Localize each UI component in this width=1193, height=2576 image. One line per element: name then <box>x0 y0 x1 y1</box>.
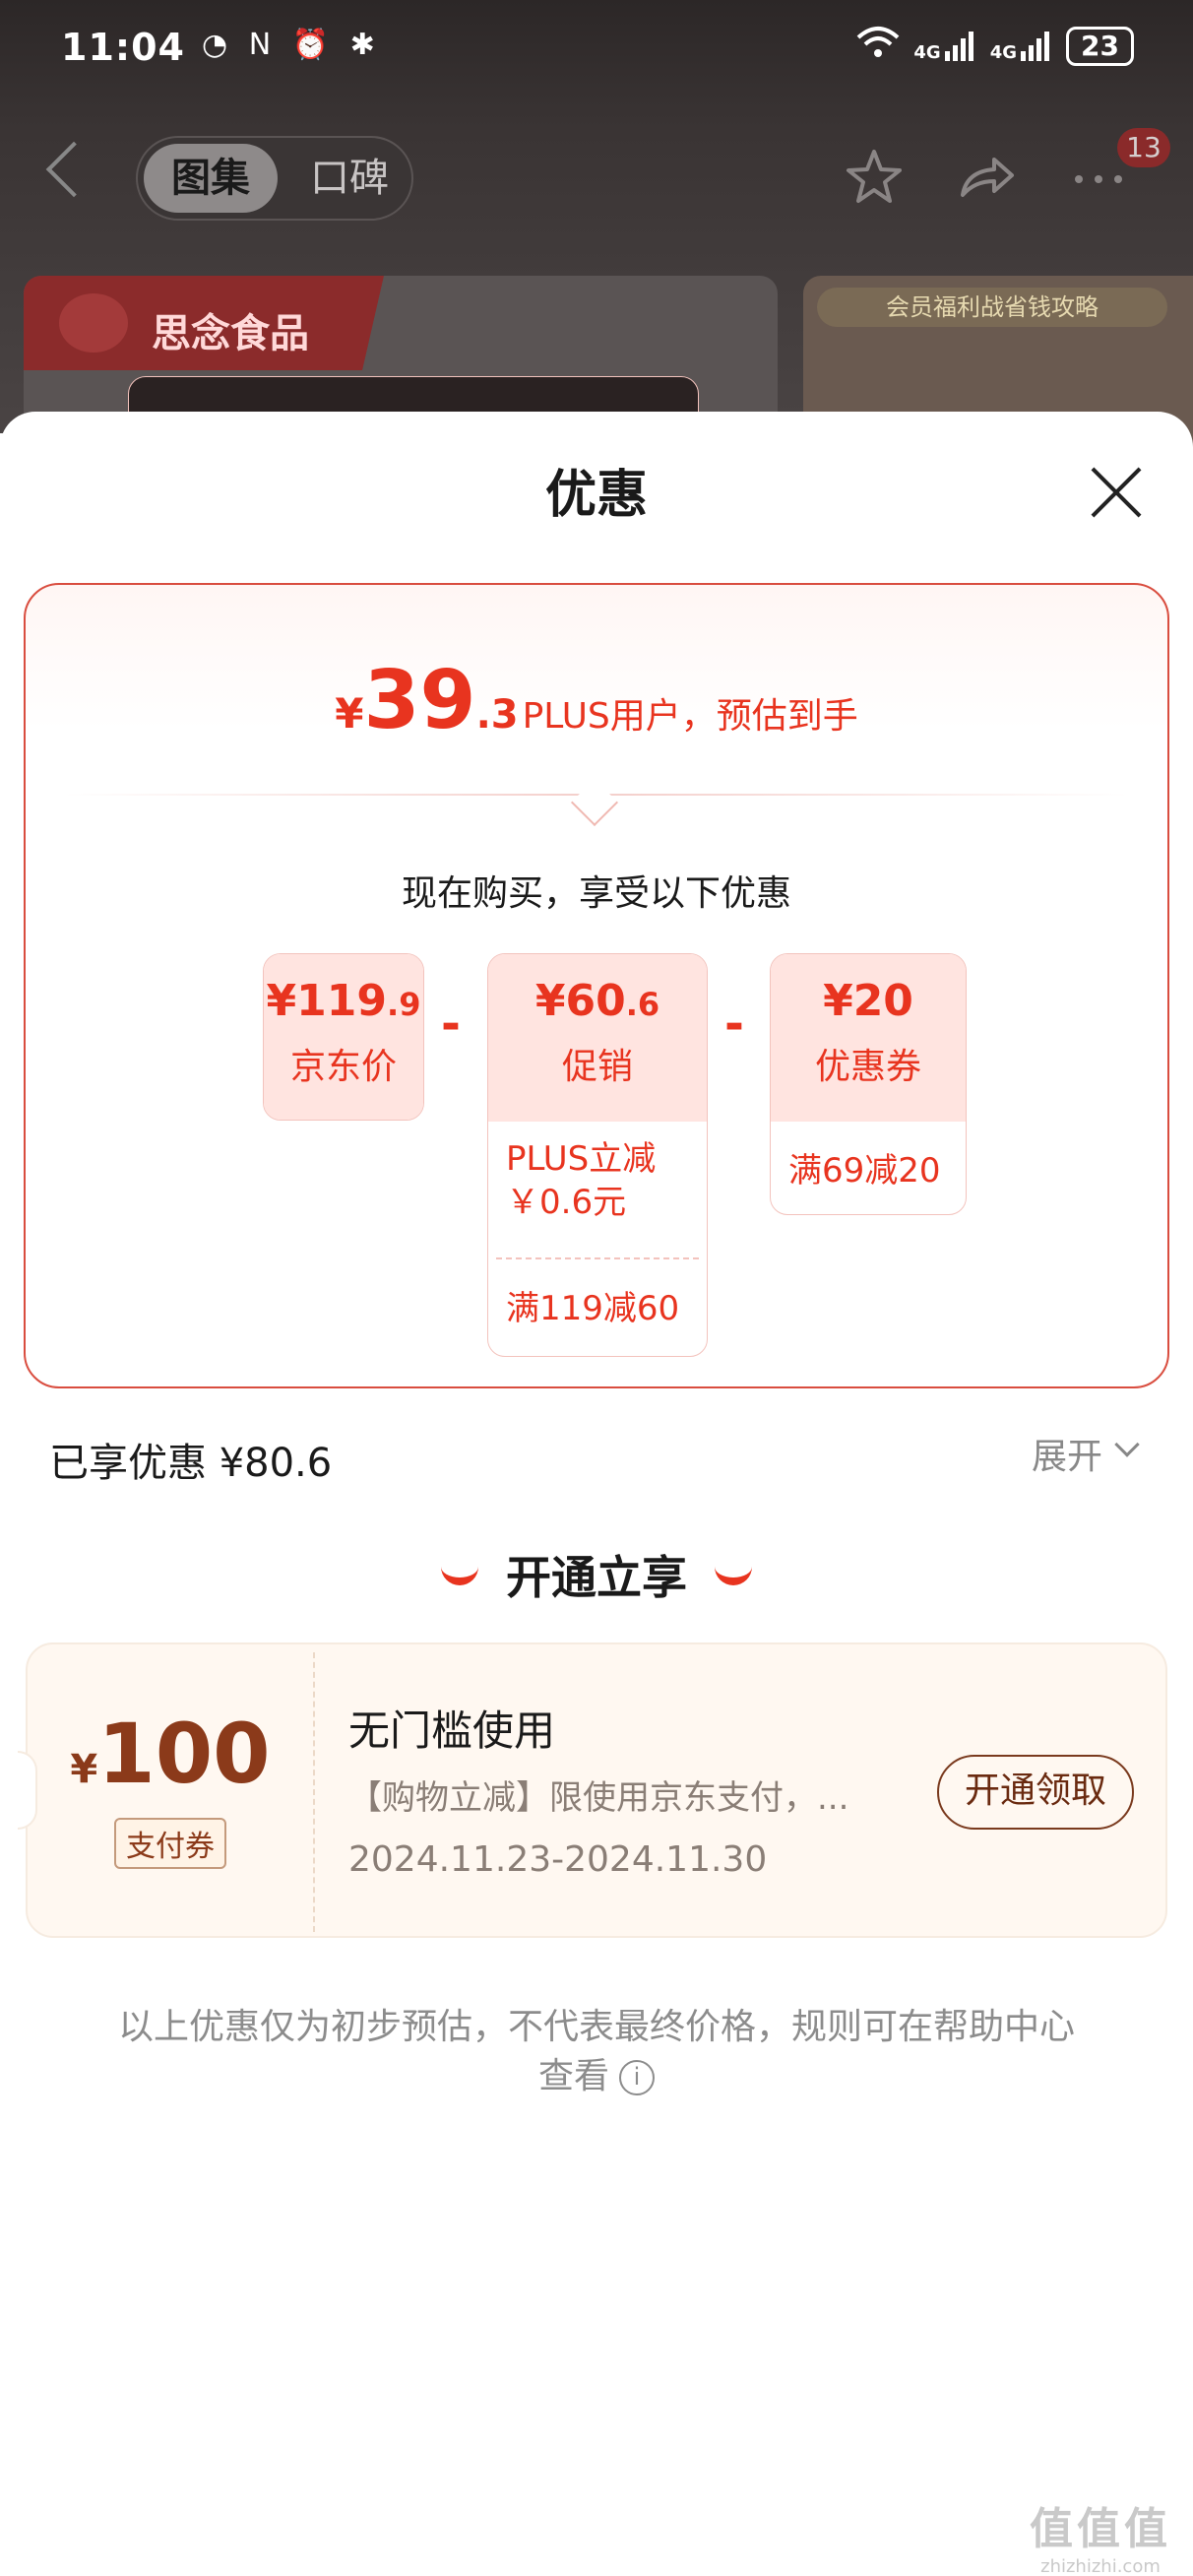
coupon-detail: 满69减20 <box>788 1151 941 1191</box>
estimated-price: ¥39.3 PLUS用户，预估到手 <box>335 654 858 747</box>
disclaimer: 以上优惠仅为初步预估，不代表最终价格，规则可在帮助中心查看 i <box>118 2007 1076 2096</box>
promo-detail-plus: PLUS立减 ￥0.6元 <box>506 1139 657 1222</box>
coupon-box: ¥20 优惠券 满69减20 <box>770 953 967 1215</box>
view-switcher: 图集 口碑 <box>136 136 413 221</box>
promo-banner-title: 会员福利战省钱攻略 <box>817 288 1167 327</box>
jd-price-box: ¥119.9 京东价 <box>263 953 424 1121</box>
coupon-notch <box>18 1751 37 1830</box>
coupon-description: 【购物立减】限使用京东支付，... <box>348 1778 849 1818</box>
coupon-type-tag: 支付券 <box>114 1818 226 1869</box>
status-icons-left: ◔ N ⏰ ✱ <box>202 28 381 62</box>
back-arrow-icon[interactable] <box>45 141 102 198</box>
tab-gallery[interactable]: 图集 <box>144 144 278 213</box>
tab-reviews[interactable]: 口碑 <box>295 144 404 213</box>
promotion-box: ¥60.6 促销 PLUS立减 ￥0.6元 满119减60 <box>487 953 708 1357</box>
payment-coupon-card: ¥100 支付券 无门槛使用 【购物立减】限使用京东支付，... 2024.11… <box>26 1642 1167 1938</box>
star-icon[interactable] <box>843 146 906 221</box>
share-icon[interactable] <box>955 146 1018 221</box>
chevron-down-icon[interactable] <box>1114 1432 1140 1457</box>
divider <box>606 794 1128 796</box>
top-nav: 图集 口碑 13 <box>0 128 1193 226</box>
close-icon[interactable] <box>1083 459 1150 526</box>
coupon-divider <box>313 1652 315 1932</box>
status-icons-right: 4G 4G 23 <box>856 26 1134 67</box>
watermark: 值值值 zhizhizhi.com <box>1030 2504 1171 2576</box>
estimate-card: ¥39.3 PLUS用户，预估到手 现在购买，享受以下优惠 ¥119.9 京东价 … <box>24 583 1169 1388</box>
discount-subtitle: 现在购买，享受以下优惠 <box>401 873 791 914</box>
saved-amount: 已享优惠 ¥80.6 <box>49 1441 333 1486</box>
divider-notch <box>570 778 619 827</box>
discount-sheet: 优惠 ¥39.3 PLUS用户，预估到手 现在购买，享受以下优惠 ¥119.9 京… <box>0 412 1193 2576</box>
coupon-validity: 2024.11.23-2024.11.30 <box>348 1839 768 1880</box>
status-time: 11:04 <box>61 26 185 69</box>
activate-claim-button[interactable]: 开通领取 <box>937 1755 1134 1830</box>
expand-button[interactable]: 展开 <box>1032 1428 1102 1479</box>
minus-sign: - <box>724 997 744 1052</box>
sheet-title: 优惠 <box>544 466 648 525</box>
signal-icon-2: 4G <box>990 30 1052 63</box>
wifi-icon <box>856 26 900 67</box>
section-title: 开通立享 <box>506 1551 687 1604</box>
coupon-title: 无门槛使用 <box>348 1707 556 1755</box>
brand-logo <box>59 293 128 353</box>
promo-detail-threshold: 满119减60 <box>506 1289 680 1328</box>
battery-indicator: 23 <box>1066 27 1134 66</box>
status-bar: 11:04 ◔ N ⏰ ✱ 4G 4G 23 <box>0 0 1193 98</box>
divider <box>65 794 587 796</box>
notification-badge: 13 <box>1117 128 1170 167</box>
minus-sign: - <box>441 997 461 1052</box>
signal-icon: 4G <box>913 30 975 63</box>
info-icon[interactable]: i <box>619 2060 655 2095</box>
coupon-value: ¥100 支付券 <box>28 1644 313 1940</box>
